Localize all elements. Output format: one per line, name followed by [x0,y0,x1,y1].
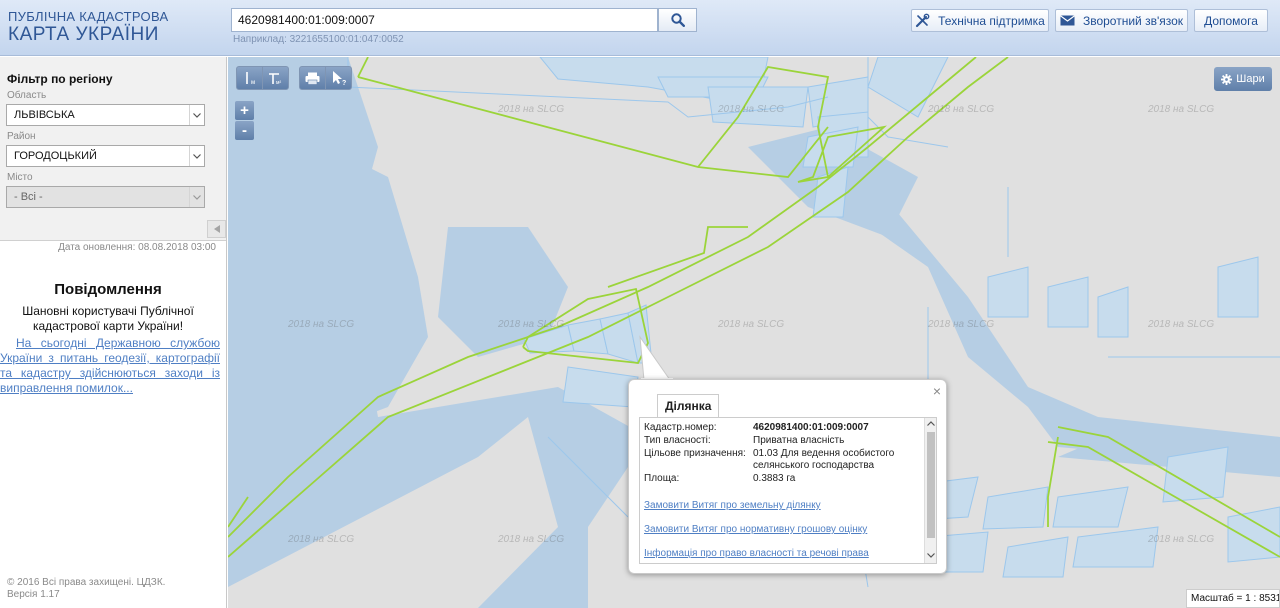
info-value: 4620981400:01:009:0007 [753,422,869,433]
chevron-down-icon [927,553,935,558]
svg-text:м²: м² [276,80,281,86]
notice-link[interactable]: На сьогодні Державною службою України з … [0,336,220,396]
search-icon [670,13,685,27]
sidebar: Фільтр по регіону Область ЛЬВІВСЬКА Райо… [0,57,227,608]
measure-toolbar: м м² [236,66,289,90]
info-key: Площа: [644,473,680,484]
notice-greeting: Шановні користувачі Публічної кадастрово… [22,304,194,333]
chevron-down-icon [189,105,204,125]
info-value: 01.03 Для ведення особистого селянського… [753,448,895,471]
parcel-info-popup: × Ділянка Кадастр.номер: 4620981400:01:0… [628,379,947,574]
measure-length-button[interactable]: м [237,67,262,89]
collapse-sidebar-button[interactable] [207,220,226,238]
layers-button[interactable]: Шари [1214,67,1272,91]
notice-title: Повідомлення [54,281,162,298]
update-date: Дата оновлення: 08.08.2018 03:00 [58,242,216,253]
envelope-icon [1060,15,1075,26]
order-valuation-link[interactable]: Замовити Витяг про нормативну грошову оц… [644,524,867,535]
watermark: 2018 на SLCG [718,319,785,330]
tech-support-button[interactable]: Технічна підтримка [911,9,1049,32]
district-label: Район [7,131,36,142]
header: ПУБЛІЧНА КАДАСТРОВА КАРТА УКРАЇНИ Наприк… [0,0,1280,56]
watermark: 2018 на SLCG [498,104,565,115]
popup-content: Кадастр.номер: 4620981400:01:009:0007 Ти… [639,417,937,564]
zoom-in-button[interactable]: + [235,101,254,120]
region-filter-panel: Фільтр по регіону Область ЛЬВІВСЬКА Райо… [0,57,226,241]
zoom-controls: + - [235,101,254,140]
city-label: Місто [7,172,33,183]
chevron-down-icon [189,187,204,207]
print-icon [305,72,320,85]
svg-text:?: ? [342,80,346,86]
measure-area-button[interactable]: м² [263,67,288,89]
svg-text:м: м [251,80,255,86]
feedback-label: Зворотний зв'язок [1082,13,1184,28]
popup-pointer [639,335,673,384]
ownership-info-link[interactable]: Інформація про право власності та речові… [644,548,869,559]
district-select[interactable]: ГОРОДОЦЬКИЙ [6,145,205,167]
watermark: 2018 на SLCG [498,319,565,330]
cadastral-map-app: ПУБЛІЧНА КАДАСТРОВА КАРТА УКРАЇНИ Наприк… [0,0,1280,608]
print-identify-toolbar: ? [299,66,352,90]
gear-icon [1221,73,1233,85]
info-value: Приватна власність [753,435,845,446]
watermark: 2018 на SLCG [288,534,355,545]
copyright: © 2016 Всі права захищені. ЦДЗК. Версія … [7,577,166,600]
layers-label: Шари [1236,73,1265,85]
info-value: 0.3883 га [753,473,796,484]
measure-length-icon: м [245,72,255,86]
district-select-value: ГОРОДОЦЬКИЙ [14,150,97,162]
watermark: 2018 на SLCG [718,104,785,115]
watermark: 2018 на SLCG [1148,104,1215,115]
close-icon[interactable]: × [933,383,941,399]
help-button[interactable]: Допомога [1194,9,1268,32]
watermark: 2018 на SLCG [288,319,355,330]
tech-support-label: Технічна підтримка [938,13,1045,28]
search-example: Наприклад: 3221655100:01:047:0052 [233,34,404,45]
map-canvas[interactable]: 2018 на SLCG 2018 на SLCG 2018 на SLCG 2… [228,57,1280,608]
popup-scrollbar[interactable] [924,418,936,563]
city-select-value: - Всі - [14,191,43,203]
region-select[interactable]: ЛЬВІВСЬКА [6,104,205,126]
search-bar: Наприклад: 3221655100:01:047:0052 [231,8,697,45]
chevron-down-icon [189,146,204,166]
scale-readout: Масштаб = 1 : 8531 [1186,589,1280,608]
info-key: Тип власності: [644,435,711,446]
info-key: Кадастр.номер: [644,422,717,433]
scrollbar-thumb[interactable] [927,432,935,538]
identify-icon: ? [332,71,346,86]
watermark: 2018 на SLCG [1148,534,1215,545]
watermark: 2018 на SLCG [1148,319,1215,330]
measure-area-icon: м² [268,73,281,86]
logo-line2: КАРТА УКРАЇНИ [8,24,159,45]
watermark: 2018 на SLCG [928,319,995,330]
chevron-up-icon [927,421,935,426]
help-label: Допомога [1204,13,1258,28]
filter-title: Фільтр по регіону [7,72,113,86]
search-input[interactable] [231,8,658,32]
order-extract-link[interactable]: Замовити Витяг про земельну ділянку [644,500,821,511]
feedback-button[interactable]: Зворотний зв'язок [1055,9,1188,32]
print-button[interactable] [300,67,325,89]
logo-line1: ПУБЛІЧНА КАДАСТРОВА [8,9,169,24]
tab-parcel[interactable]: Ділянка [657,394,720,418]
identify-button[interactable]: ? [326,67,351,89]
watermark: 2018 на SLCG [928,104,995,115]
tools-icon [916,13,930,28]
zoom-out-button[interactable]: - [235,121,254,140]
search-button[interactable] [658,8,697,32]
logo[interactable]: ПУБЛІЧНА КАДАСТРОВА КАРТА УКРАЇНИ [8,10,168,44]
triangle-left-icon [213,225,220,233]
city-select[interactable]: - Всі - [6,186,205,208]
region-select-value: ЛЬВІВСЬКА [14,109,75,121]
region-label: Область [7,90,47,101]
watermark: 2018 на SLCG [498,534,565,545]
info-key: Цільове призначення: [644,448,746,459]
